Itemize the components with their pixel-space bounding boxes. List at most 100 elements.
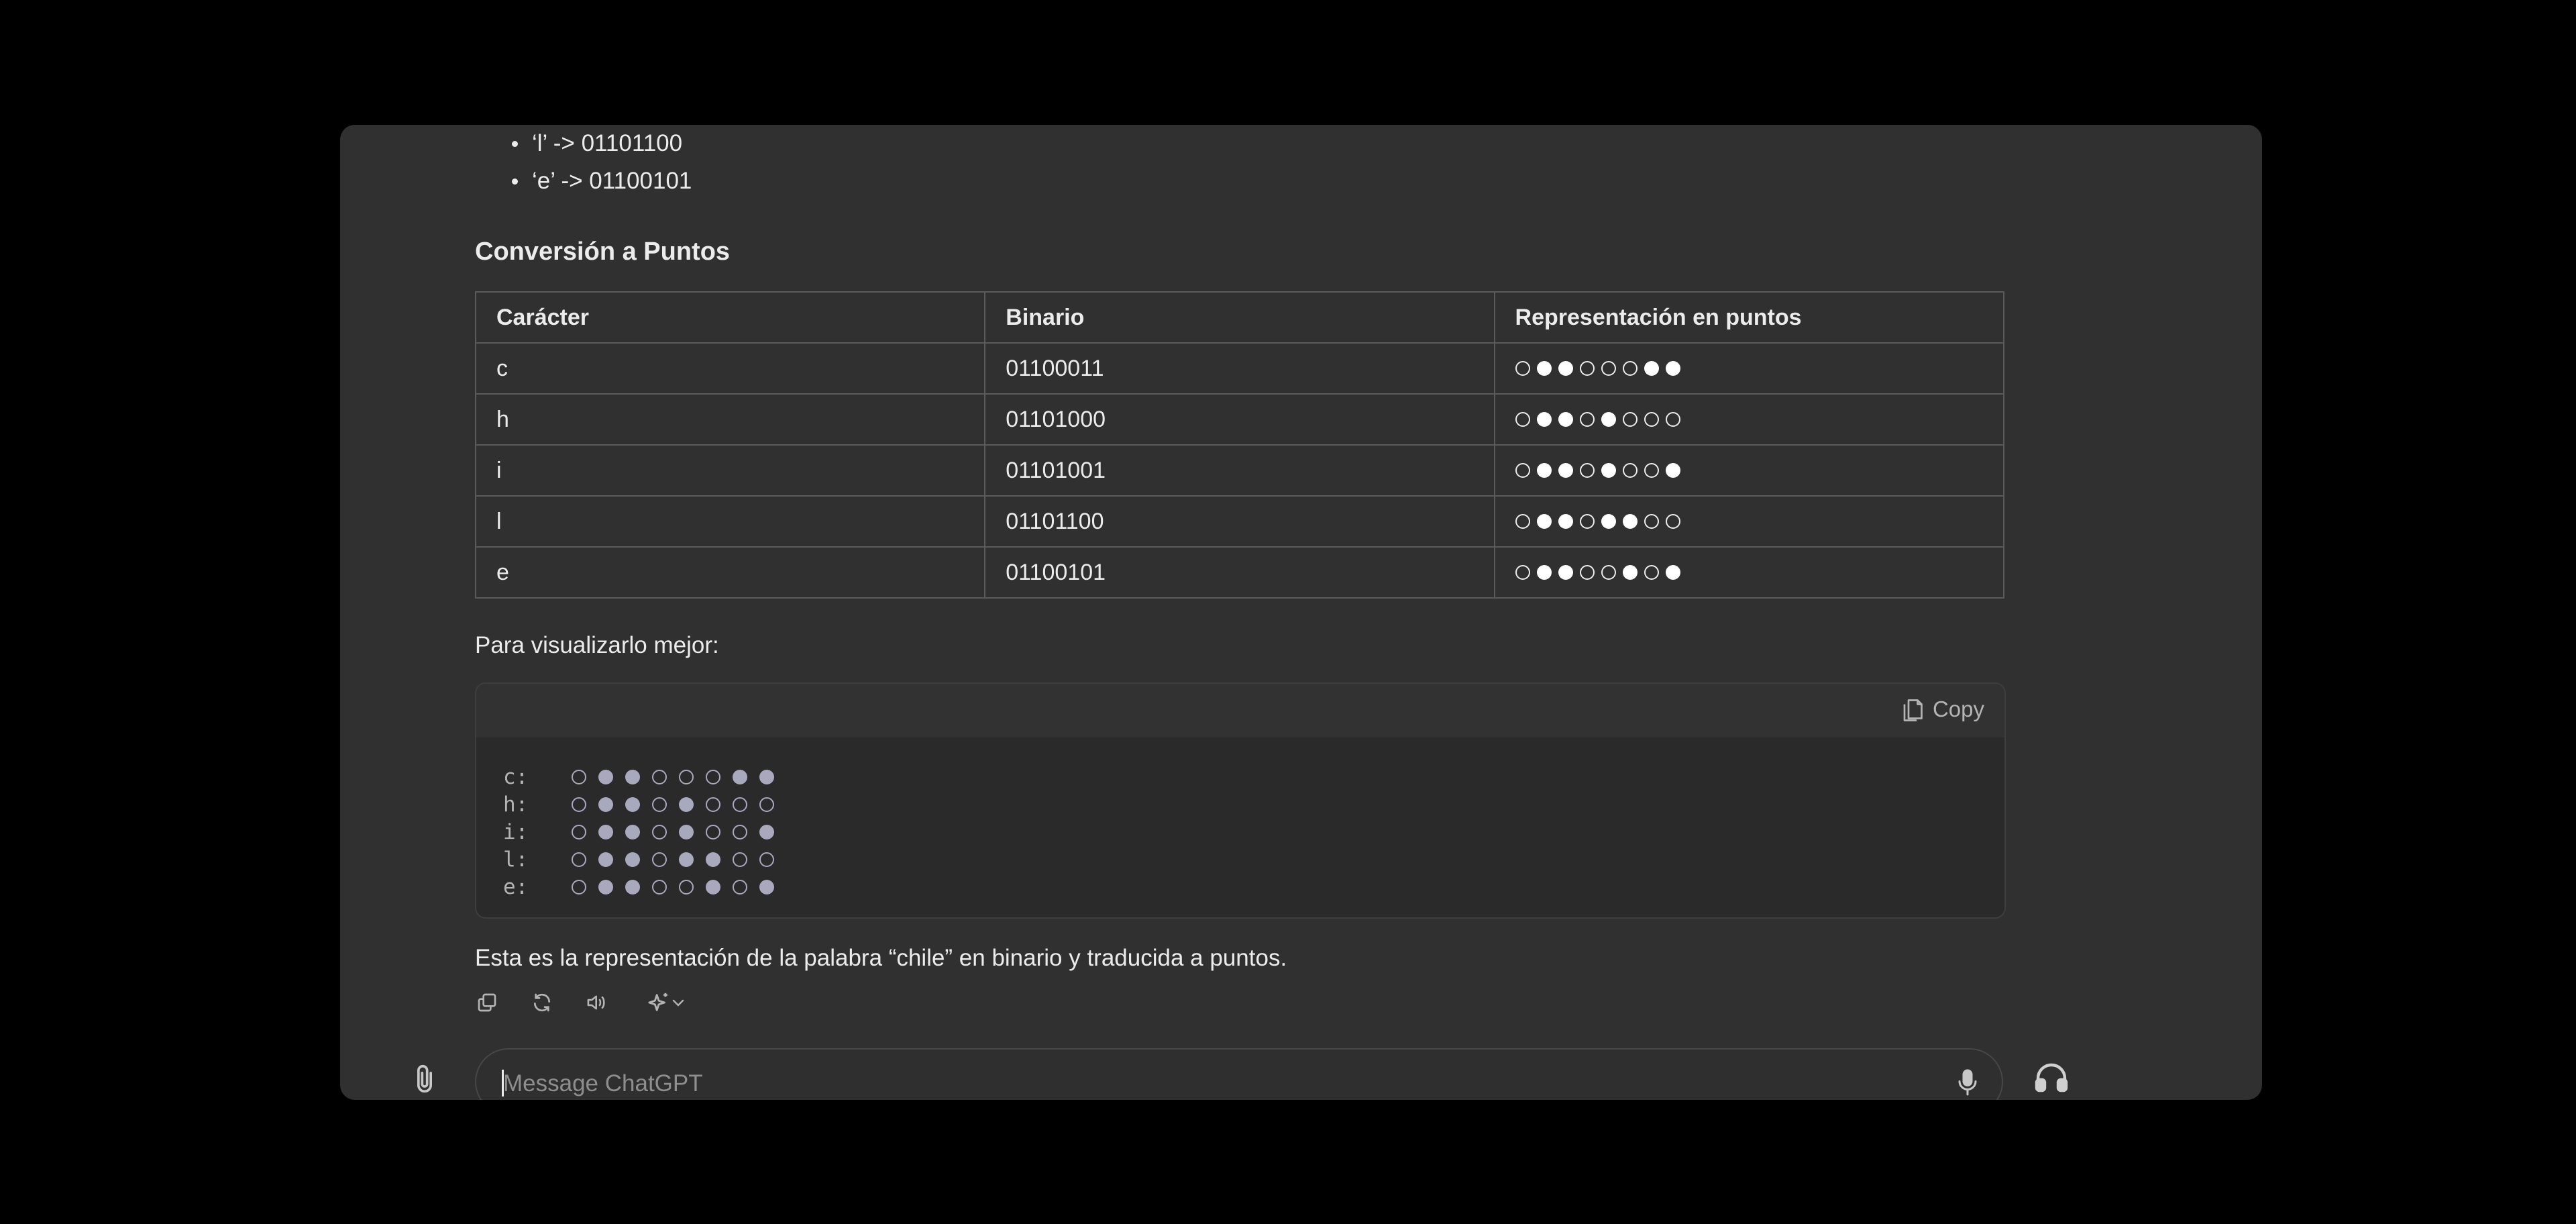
chat-window: ‘l’ -> 01101100 ‘e’ -> 01100101 Conversi… — [340, 125, 2262, 1100]
filled-dot — [1558, 564, 1573, 580]
empty-dot — [652, 769, 667, 784]
message-composer[interactable] — [475, 1048, 2003, 1100]
filled-dot — [1558, 462, 1573, 478]
character-cell: c — [474, 342, 986, 395]
visualize-label: Para visualizarlo mejor: — [475, 632, 719, 658]
read-aloud-button[interactable] — [585, 990, 609, 1015]
filled-dot — [598, 879, 613, 895]
voice-mode-button[interactable] — [2034, 1060, 2069, 1097]
filled-dot — [1536, 462, 1552, 478]
filled-dot — [679, 797, 694, 812]
character-cell: i — [474, 444, 986, 497]
empty-dot — [1579, 462, 1595, 478]
dot-pattern — [1515, 513, 1680, 529]
filled-dot — [1665, 462, 1680, 478]
message-actions — [475, 990, 694, 1015]
code-content: c: h: i: l: e: — [503, 763, 774, 901]
dots-cell — [1493, 546, 2005, 599]
dot-pattern — [1515, 462, 1680, 478]
code-char-label: i: — [503, 819, 529, 844]
code-char-label: l: — [503, 847, 529, 872]
attach-button[interactable] — [410, 1062, 439, 1100]
bullet-item: ‘l’ -> 01101100 — [512, 125, 692, 162]
header-binary: Binario — [984, 291, 1495, 344]
filled-dot — [625, 879, 640, 895]
filled-dot — [1601, 462, 1616, 478]
code-line: h: — [503, 790, 774, 818]
filled-dot — [759, 879, 774, 895]
sparkle-model-icon — [648, 992, 667, 1011]
empty-dot — [1665, 513, 1680, 529]
header-character: Carácter — [474, 291, 986, 344]
character-cell: l — [474, 495, 986, 548]
table-row: i 01101001 — [474, 444, 2005, 497]
empty-dot — [1579, 411, 1595, 427]
table-row: l 01101100 — [474, 495, 2005, 548]
code-dot-pattern — [572, 769, 774, 784]
microphone-icon — [1958, 1069, 1977, 1096]
empty-dot — [1579, 513, 1595, 529]
empty-dot — [1601, 564, 1616, 580]
copy-label: Copy — [1932, 697, 1984, 721]
code-dot-pattern — [572, 797, 774, 812]
empty-dot — [759, 852, 774, 867]
filled-dot — [1536, 411, 1552, 427]
headphones-icon — [2035, 1063, 2068, 1092]
code-char-label: h: — [503, 792, 529, 817]
conversion-table: Carácter Binario Representación en punto… — [474, 291, 2005, 599]
empty-dot — [1622, 411, 1638, 427]
empty-dot — [733, 879, 747, 895]
character-cell: e — [474, 546, 986, 599]
filled-dot — [706, 879, 720, 895]
filled-dot — [759, 824, 774, 839]
bullet-item: ‘e’ -> 01100101 — [512, 162, 692, 200]
code-block: Copy c: h: i: l: e: — [475, 682, 2006, 919]
filled-dot — [1558, 360, 1573, 376]
switch-model-button[interactable] — [640, 990, 694, 1015]
empty-dot — [572, 852, 586, 867]
filled-dot — [598, 797, 613, 812]
dots-cell — [1493, 393, 2005, 446]
filled-dot — [1665, 360, 1680, 376]
binary-cell: 01101000 — [984, 393, 1495, 446]
copy-code-button[interactable]: Copy — [1900, 696, 1984, 723]
dictate-button[interactable] — [1957, 1068, 1978, 1100]
bullet-list: ‘l’ -> 01101100 ‘e’ -> 01100101 — [512, 125, 692, 200]
empty-dot — [679, 879, 694, 895]
filled-dot — [1622, 513, 1638, 529]
empty-dot — [1644, 513, 1659, 529]
filled-dot — [1601, 513, 1616, 529]
filled-dot — [1644, 360, 1659, 376]
empty-dot — [1515, 462, 1530, 478]
empty-dot — [1579, 360, 1595, 376]
empty-dot — [652, 824, 667, 839]
empty-dot — [1622, 462, 1638, 478]
message-input[interactable] — [502, 1063, 1846, 1100]
empty-dot — [706, 797, 720, 812]
copy-icon — [1903, 699, 1923, 721]
filled-dot — [679, 852, 694, 867]
empty-dot — [1515, 564, 1530, 580]
header-dots: Representación en puntos — [1493, 291, 2005, 344]
text-caret — [502, 1070, 504, 1096]
copy-message-button[interactable] — [475, 990, 499, 1015]
empty-dot — [1579, 564, 1595, 580]
table-row: h 01101000 — [474, 393, 2005, 446]
filled-dot — [1536, 564, 1552, 580]
summary-text: Esta es la representación de la palabra … — [475, 945, 1287, 971]
paperclip-icon — [417, 1064, 432, 1093]
empty-dot — [733, 797, 747, 812]
code-line: i: — [503, 818, 774, 846]
empty-dot — [759, 797, 774, 812]
character-cell: h — [474, 393, 986, 446]
binary-cell: 01101001 — [984, 444, 1495, 497]
filled-dot — [625, 769, 640, 784]
code-dot-pattern — [572, 852, 774, 867]
empty-dot — [652, 852, 667, 867]
binary-cell: 01101100 — [984, 495, 1495, 548]
empty-dot — [1644, 462, 1659, 478]
regenerate-button[interactable] — [530, 990, 554, 1015]
table-row: e 01100101 — [474, 546, 2005, 599]
code-dot-pattern — [572, 879, 774, 895]
filled-dot — [1558, 513, 1573, 529]
